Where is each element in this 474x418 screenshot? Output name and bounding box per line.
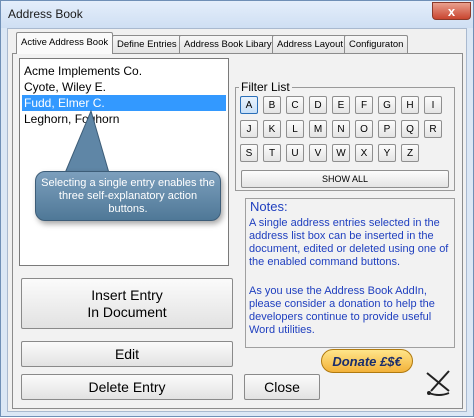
filter-key-b[interactable]: B: [263, 96, 281, 114]
list-item-selected[interactable]: Fudd, Elmer C.: [22, 95, 226, 111]
show-all-button[interactable]: SHOW ALL: [241, 170, 449, 188]
insert-entry-button[interactable]: Insert Entry In Document: [21, 278, 233, 329]
filter-key-p[interactable]: P: [378, 120, 396, 138]
title-bar: Address Book x: [1, 1, 473, 28]
donate-button[interactable]: Donate £$€: [321, 349, 413, 373]
tab-active-address-book[interactable]: Active Address Book: [16, 32, 114, 54]
filter-key-t[interactable]: T: [263, 144, 281, 162]
filter-key-z[interactable]: Z: [401, 144, 419, 162]
filter-key-h[interactable]: H: [401, 96, 419, 114]
filter-key-q[interactable]: Q: [401, 120, 419, 138]
address-listbox[interactable]: Acme Implements Co. Cyote, Wiley E. Fudd…: [19, 58, 229, 266]
notes-box: Notes: A single address entries selected…: [245, 198, 455, 348]
close-window-button[interactable]: x: [432, 2, 471, 20]
filter-key-k[interactable]: K: [263, 120, 281, 138]
notes-paragraph-1: A single address entries selected in the…: [249, 217, 449, 268]
list-item[interactable]: Acme Implements Co.: [22, 63, 226, 79]
filter-key-o[interactable]: O: [355, 120, 373, 138]
filter-key-v[interactable]: V: [309, 144, 327, 162]
tab-label: Address Layout: [277, 39, 344, 50]
filter-key-e[interactable]: E: [332, 96, 350, 114]
filter-key-m[interactable]: M: [309, 120, 327, 138]
tab-label: Address Book Libary: [184, 39, 272, 50]
delete-entry-button[interactable]: Delete Entry: [21, 374, 233, 400]
tab-label: Define Entries: [117, 39, 177, 50]
filter-key-l[interactable]: L: [286, 120, 304, 138]
filter-list-frame: A B C D E F G H I J K L M N O P Q R S T: [235, 87, 455, 191]
edit-label: Edit: [114, 346, 140, 362]
filter-key-s[interactable]: S: [240, 144, 258, 162]
donate-label: Donate £$€: [332, 353, 402, 369]
filter-key-i[interactable]: I: [424, 96, 442, 114]
close-button[interactable]: Close: [244, 374, 320, 400]
list-item[interactable]: Leghorn, Foghorn: [22, 111, 226, 127]
filter-key-y[interactable]: Y: [378, 144, 396, 162]
notes-paragraph-2: As you use the Address Book AddIn, pleas…: [249, 285, 435, 336]
address-book-window: Address Book x Active Address Book Defin…: [0, 0, 474, 417]
insert-entry-label-line1: Insert Entry: [91, 286, 163, 303]
close-icon: x: [447, 3, 456, 19]
anchor-tool-icon[interactable]: [423, 367, 455, 397]
close-label: Close: [264, 379, 300, 395]
edit-button[interactable]: Edit: [21, 341, 233, 367]
help-callout: Selecting a single entry enables the thr…: [35, 171, 221, 221]
insert-entry-label-line2: In Document: [87, 303, 167, 320]
notes-title: Notes:: [250, 199, 288, 214]
tab-label: Active Address Book: [21, 37, 109, 48]
filter-key-w[interactable]: W: [332, 144, 350, 162]
tab-label: Configuraton: [349, 39, 404, 50]
tab-address-book-libary[interactable]: Address Book Libary: [179, 35, 277, 53]
filter-list-label: Filter List: [239, 80, 292, 94]
filter-key-f[interactable]: F: [355, 96, 373, 114]
tab-configuraton[interactable]: Configuraton: [344, 35, 409, 53]
filter-key-d[interactable]: D: [309, 96, 327, 114]
filter-key-u[interactable]: U: [286, 144, 304, 162]
filter-key-n[interactable]: N: [332, 120, 350, 138]
callout-text: Selecting a single entry enables the thr…: [41, 177, 215, 215]
tab-address-layout[interactable]: Address Layout: [272, 35, 349, 53]
window-title: Address Book: [8, 7, 83, 21]
delete-entry-label: Delete Entry: [88, 379, 166, 395]
filter-key-r[interactable]: R: [424, 120, 442, 138]
filter-key-x[interactable]: X: [355, 144, 373, 162]
filter-key-a[interactable]: A: [240, 96, 258, 114]
filter-key-c[interactable]: C: [286, 96, 304, 114]
filter-key-g[interactable]: G: [378, 96, 396, 114]
list-item[interactable]: Cyote, Wiley E.: [22, 79, 226, 95]
filter-key-j[interactable]: J: [240, 120, 258, 138]
tab-define-entries[interactable]: Define Entries: [112, 35, 182, 53]
